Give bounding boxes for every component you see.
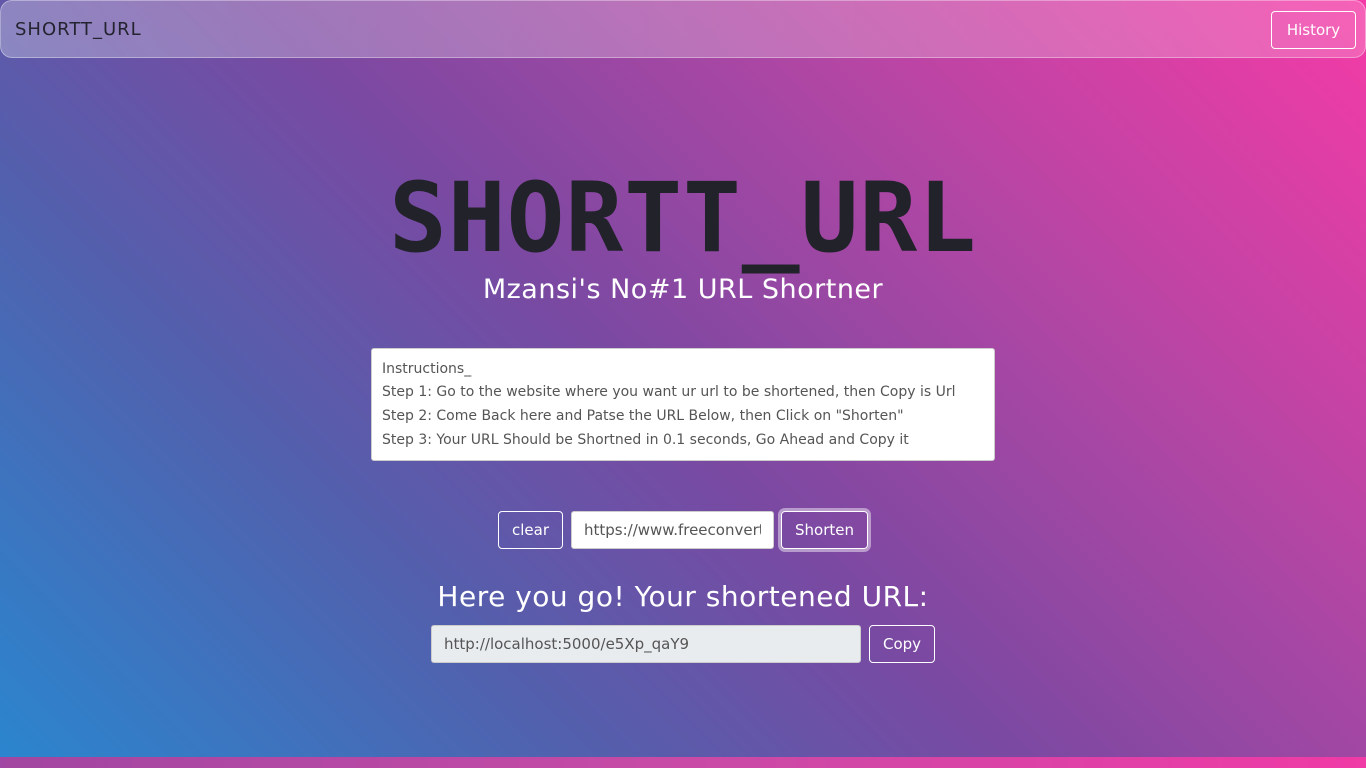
clear-button[interactable]: clear: [498, 511, 563, 549]
history-button[interactable]: History: [1271, 11, 1356, 49]
hero-subtitle: Mzansi's No#1 URL Shortner: [482, 274, 884, 305]
hero-title: SHORTT_URL: [389, 162, 977, 274]
copy-button[interactable]: Copy: [869, 625, 935, 663]
instruction-step-2: Step 2: Come Back here and Patse the URL…: [382, 408, 904, 424]
instructions-heading: Instructions_: [382, 361, 472, 377]
result-title: Here you go! Your shortened URL:: [437, 580, 929, 613]
shorten-button[interactable]: Shorten: [781, 511, 868, 549]
instruction-step-3: Step 3: Your URL Should be Shortned in 0…: [382, 432, 909, 448]
instructions-box: Instructions_ Step 1: Go to the website …: [371, 348, 995, 461]
navbar-brand[interactable]: SHORTT_URL: [15, 18, 142, 42]
navbar: SHORTT_URL History: [0, 0, 1366, 58]
short-url-output[interactable]: [431, 625, 861, 663]
footer-bar: [0, 757, 1366, 768]
instruction-step-1: Step 1: Go to the website where you want…: [382, 384, 956, 400]
url-input[interactable]: [571, 511, 774, 549]
